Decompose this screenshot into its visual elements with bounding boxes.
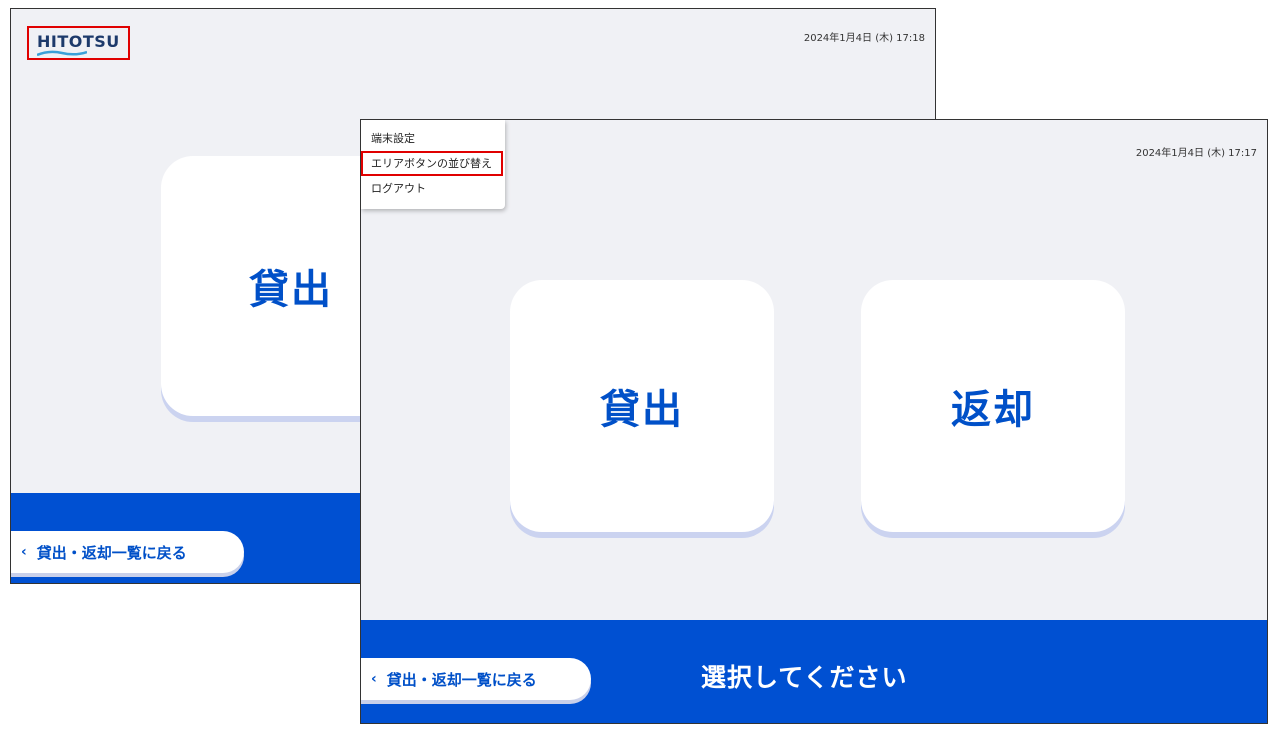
chevron-left-icon: ‹ <box>371 671 377 687</box>
app-logo: HITOTSU <box>37 32 120 51</box>
lend-button[interactable]: 貸出 <box>510 280 774 532</box>
return-button[interactable]: 返却 <box>861 280 1125 532</box>
back-to-list-button[interactable]: ‹ 貸出・返却一覧に戻る <box>361 658 591 700</box>
back-button-label: 貸出・返却一覧に戻る <box>386 670 537 689</box>
menu-item-reorder-area-buttons[interactable]: エリアボタンの並び替え <box>361 151 503 176</box>
logo-wave-icon <box>37 50 87 57</box>
logo-highlight: HITOTSU <box>27 26 130 60</box>
chevron-left-icon: ‹ <box>21 544 27 560</box>
menu-item-logout[interactable]: ログアウト <box>361 176 505 201</box>
datetime: 2024年1月4日 (木) 17:17 <box>1135 148 1257 159</box>
menu-item-terminal-settings[interactable]: 端末設定 <box>361 126 505 151</box>
kiosk-screen-front: 端末設定 エリアボタンの並び替え ログアウト 2024年1月4日 (木) 17:… <box>360 119 1268 724</box>
instruction-text: 選択してください <box>701 663 908 692</box>
footer-bar: ‹ 貸出・返却一覧に戻る 選択してください <box>361 620 1267 723</box>
back-button-label: 貸出・返却一覧に戻る <box>36 543 187 562</box>
datetime: 2024年1月4日 (木) 17:18 <box>803 33 925 44</box>
dropdown-menu: 端末設定 エリアボタンの並び替え ログアウト <box>361 120 505 209</box>
back-to-list-button[interactable]: ‹ 貸出・返却一覧に戻る <box>11 531 244 573</box>
